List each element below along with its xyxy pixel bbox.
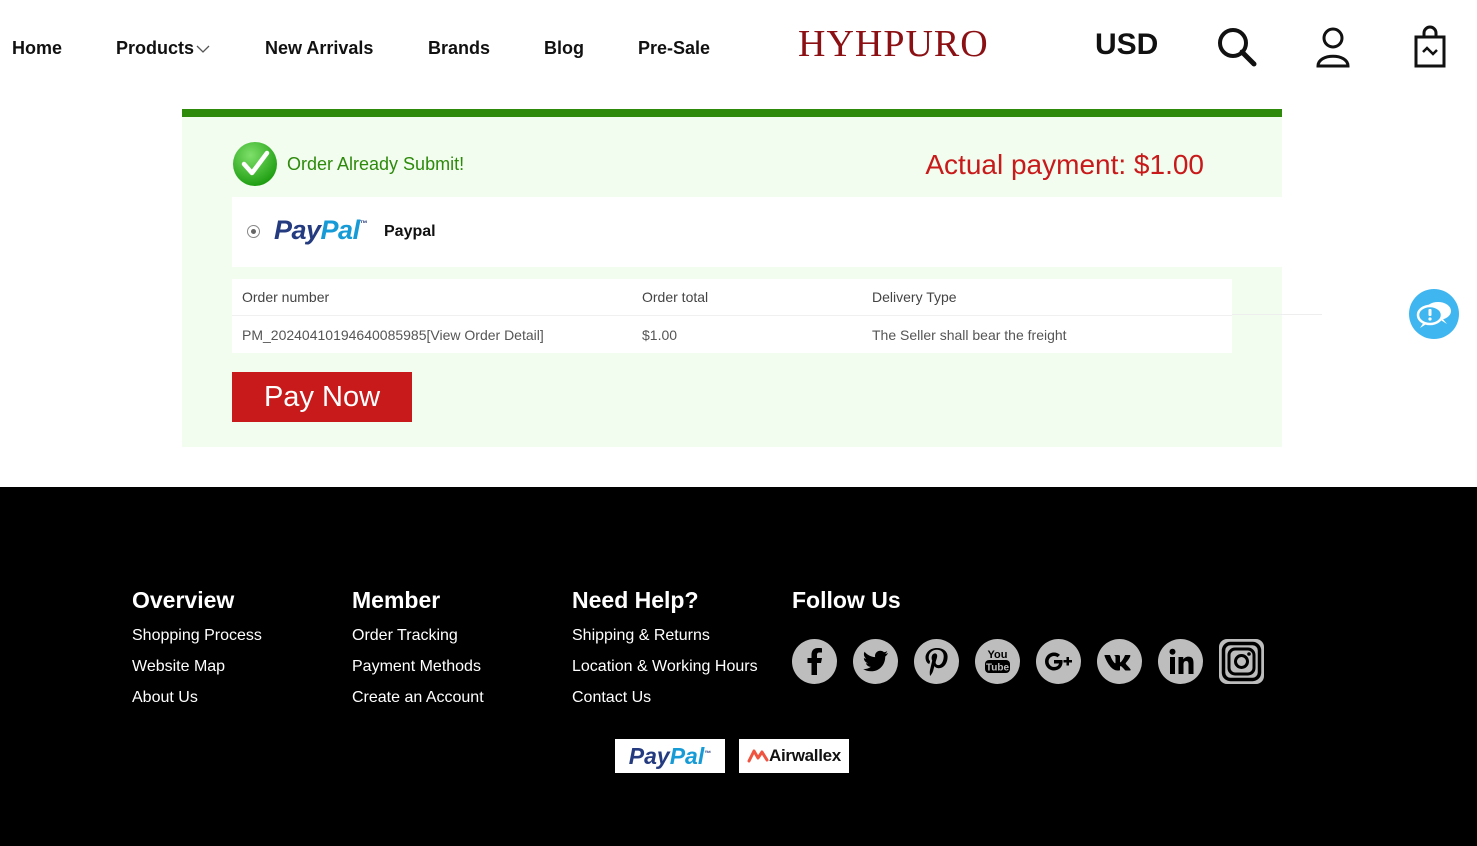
airwallex-logo-icon xyxy=(747,749,769,763)
footer-link-payment-methods[interactable]: Payment Methods xyxy=(352,658,484,676)
nav-products[interactable]: Products xyxy=(116,38,210,59)
svg-text:Tube: Tube xyxy=(986,663,1010,674)
footer-link-contact-us[interactable]: Contact Us xyxy=(572,689,758,707)
youtube-icon[interactable]: You Tube xyxy=(975,639,1020,684)
nav-products-label: Products xyxy=(116,38,195,58)
nav-pre-sale[interactable]: Pre-Sale xyxy=(638,38,710,59)
payment-method-box: PayPal™ Paypal xyxy=(232,197,1282,267)
footer-col-overview: Overview Shopping Process Website Map Ab… xyxy=(132,587,262,720)
footer-heading: Need Help? xyxy=(572,587,699,613)
col-delivery-type: Delivery Type xyxy=(872,289,957,305)
footer-link-website-map[interactable]: Website Map xyxy=(132,658,262,676)
table-header-row: Order number Order total Delivery Type xyxy=(232,279,1232,316)
chevron-down-icon xyxy=(196,45,210,53)
site-logo[interactable]: HYHPURO xyxy=(798,22,989,66)
actual-payment: Actual payment: $1.00 xyxy=(925,149,1204,180)
user-icon[interactable] xyxy=(1311,25,1355,69)
footer-link-about-us[interactable]: About Us xyxy=(132,689,262,707)
payment-method-name: Paypal xyxy=(384,223,436,240)
pay-now-button[interactable]: Pay Now xyxy=(232,372,412,422)
footer-link-location-hours[interactable]: Location & Working Hours xyxy=(572,658,758,676)
footer-link-shipping-returns[interactable]: Shipping & Returns xyxy=(572,627,758,645)
chat-button[interactable] xyxy=(1409,289,1459,339)
footer-heading: Member xyxy=(352,587,441,613)
view-order-detail-link[interactable]: [View Order Detail] xyxy=(427,327,544,343)
currency-selector[interactable]: USD xyxy=(1095,28,1158,62)
paypal-radio[interactable] xyxy=(247,225,260,238)
order-number-cell: PM_20240410194640085985[View Order Detai… xyxy=(232,327,632,343)
search-icon[interactable] xyxy=(1215,25,1259,69)
svg-text:You: You xyxy=(988,649,1008,661)
twitter-icon[interactable] xyxy=(853,639,898,684)
instagram-icon[interactable] xyxy=(1219,639,1264,684)
table-row: PM_20240410194640085985[View Order Detai… xyxy=(232,316,1232,353)
nav-new-arrivals[interactable]: New Arrivals xyxy=(265,38,373,59)
order-status-row: Order Already Submit! xyxy=(232,141,464,187)
paypal-logo: PayPal™ xyxy=(274,215,368,245)
col-order-number: Order number xyxy=(242,289,330,305)
nav-brands[interactable]: Brands xyxy=(428,38,490,59)
nav-blog[interactable]: Blog xyxy=(544,38,584,59)
linkedin-icon[interactable] xyxy=(1158,639,1203,684)
delivery-type-cell: The Seller shall bear the freight xyxy=(872,326,1067,343)
paypal-badge: PayPal™ xyxy=(615,739,725,773)
check-circle-icon xyxy=(233,142,277,186)
order-table: Order number Order total Delivery Type P… xyxy=(232,279,1232,353)
cart-icon[interactable] xyxy=(1408,25,1452,69)
vk-icon[interactable] xyxy=(1097,639,1142,684)
divider xyxy=(1232,314,1322,315)
col-order-total: Order total xyxy=(642,289,709,305)
footer-col-member: Member Order Tracking Payment Methods Cr… xyxy=(352,587,484,720)
facebook-icon[interactable] xyxy=(792,639,837,684)
footer-heading: Overview xyxy=(132,587,235,613)
airwallex-badge: Airwallex xyxy=(739,739,849,773)
order-status-text: Order Already Submit! xyxy=(287,153,465,174)
payment-logos: PayPal™ Airwallex xyxy=(615,739,849,773)
site-header: Home Products New Arrivals Brands Blog P… xyxy=(0,0,1477,100)
order-panel: Order Already Submit! Actual payment: $1… xyxy=(182,109,1282,447)
footer-link-shopping-process[interactable]: Shopping Process xyxy=(132,627,262,645)
footer-heading: Follow Us xyxy=(792,587,901,613)
chat-icon xyxy=(1416,302,1451,328)
pinterest-icon[interactable] xyxy=(914,639,959,684)
order-number: PM_20240410194640085985 xyxy=(242,326,427,343)
nav-home[interactable]: Home xyxy=(12,38,62,59)
footer-link-create-account[interactable]: Create an Account xyxy=(352,689,484,707)
social-links: You Tube xyxy=(792,639,1264,684)
google-plus-icon[interactable] xyxy=(1036,639,1081,684)
site-footer: Overview Shopping Process Website Map Ab… xyxy=(0,487,1477,846)
footer-col-follow-us: Follow Us xyxy=(792,587,901,627)
footer-col-need-help: Need Help? Shipping & Returns Location &… xyxy=(572,587,758,720)
order-total-cell: $1.00 xyxy=(642,326,678,343)
footer-link-order-tracking[interactable]: Order Tracking xyxy=(352,627,484,645)
